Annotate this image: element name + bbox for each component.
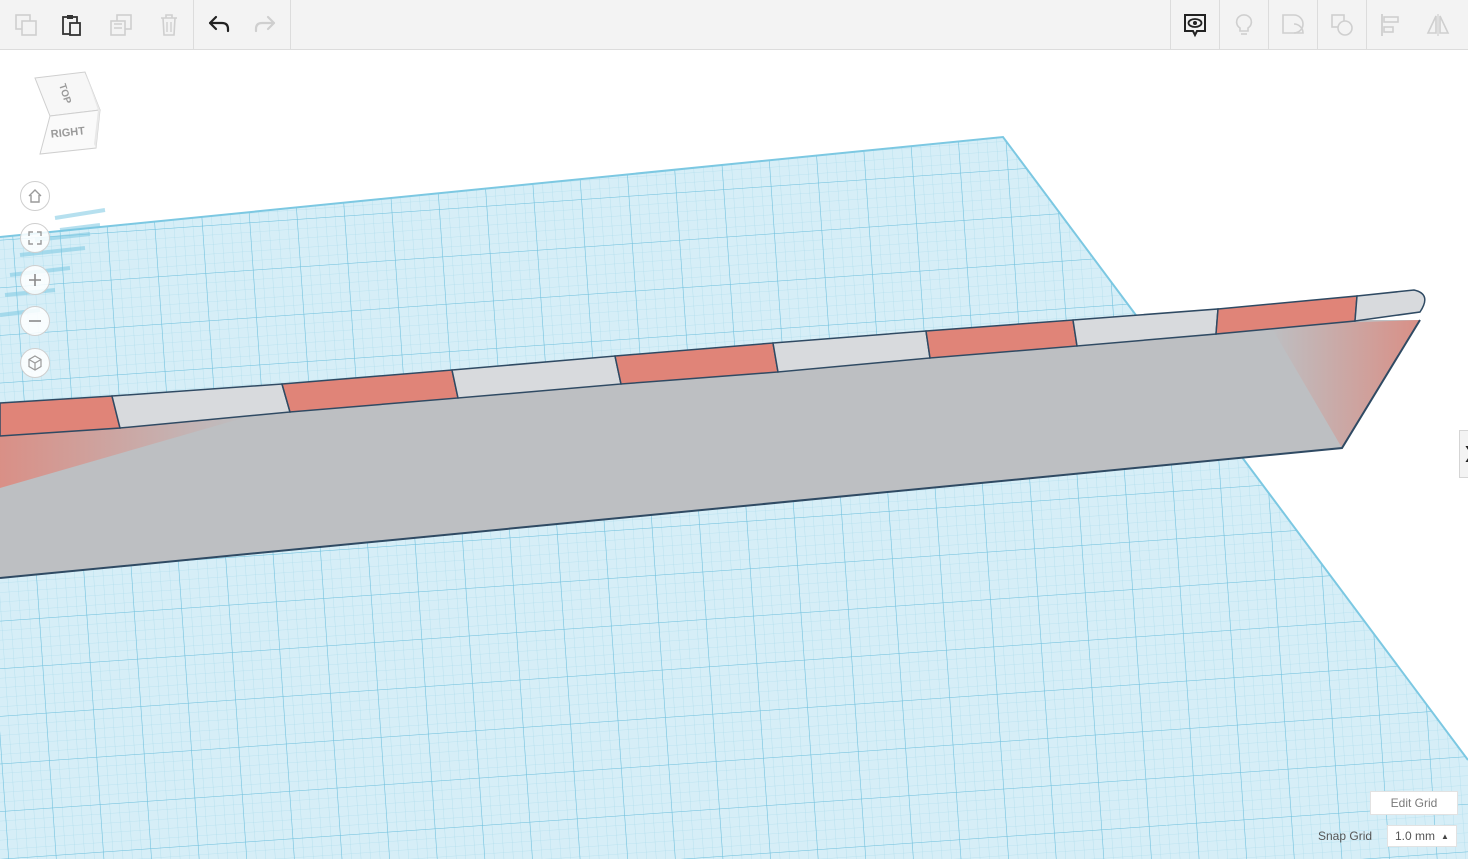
cube-icon [28, 355, 42, 371]
show-all-button[interactable] [1220, 0, 1268, 50]
snap-grid-select[interactable]: 1.0 mm ▲ [1387, 825, 1457, 847]
edit-grid-button[interactable]: Edit Grid [1370, 791, 1458, 815]
caret-up-icon: ▲ [1441, 831, 1449, 841]
undo-button[interactable] [195, 0, 243, 50]
lightbulb-icon [1235, 14, 1253, 35]
view-cube[interactable]: TOP RIGHT [30, 70, 110, 160]
home-view-button[interactable] [20, 181, 50, 211]
fit-view-button[interactable] [20, 223, 50, 253]
copy-icon [15, 14, 37, 36]
trash-icon [161, 14, 177, 36]
eye-note-icon [1184, 14, 1206, 38]
edge-segment-gray [1354, 289, 1426, 322]
ungroup-icon [1331, 14, 1353, 36]
duplicate-icon [110, 14, 132, 36]
mirror-icon [1426, 14, 1450, 36]
plus-icon [29, 274, 41, 286]
minus-icon [29, 320, 41, 322]
snap-grid-value: 1.0 mm [1395, 829, 1436, 843]
mirror-button[interactable] [1414, 0, 1462, 50]
zoom-in-button[interactable] [20, 265, 50, 295]
group-icon [1282, 14, 1304, 34]
zoom-out-button[interactable] [20, 306, 50, 336]
toolbar-separator [193, 0, 194, 50]
fit-icon [28, 231, 42, 245]
side-panel-toggle[interactable]: ❯ [1459, 430, 1468, 478]
duplicate-button[interactable] [97, 0, 145, 50]
paste-icon [62, 15, 81, 36]
ungroup-button[interactable] [1318, 0, 1366, 50]
home-icon [28, 189, 42, 203]
top-toolbar [0, 0, 1468, 50]
group-button[interactable] [1269, 0, 1317, 50]
redo-icon [254, 15, 276, 33]
3d-viewport[interactable]: TOP RIGHT ❯ Edit Grid Snap Grid 1.0 mm ▲ [0, 50, 1468, 859]
notes-button[interactable] [1171, 0, 1219, 50]
align-button[interactable] [1367, 0, 1415, 50]
view-cube-graphic: TOP RIGHT [34, 71, 101, 155]
redo-button[interactable] [241, 0, 289, 50]
snap-grid-label: Snap Grid [1318, 829, 1373, 843]
undo-icon [208, 15, 230, 33]
perspective-toggle-button[interactable] [20, 348, 50, 378]
chevron-right-icon: ❯ [1463, 443, 1468, 462]
scene[interactable] [0, 50, 1468, 859]
align-icon [1381, 14, 1399, 36]
delete-button[interactable] [145, 0, 193, 50]
copy-button[interactable] [2, 0, 50, 50]
paste-button[interactable] [48, 0, 96, 50]
toolbar-separator [290, 0, 291, 50]
